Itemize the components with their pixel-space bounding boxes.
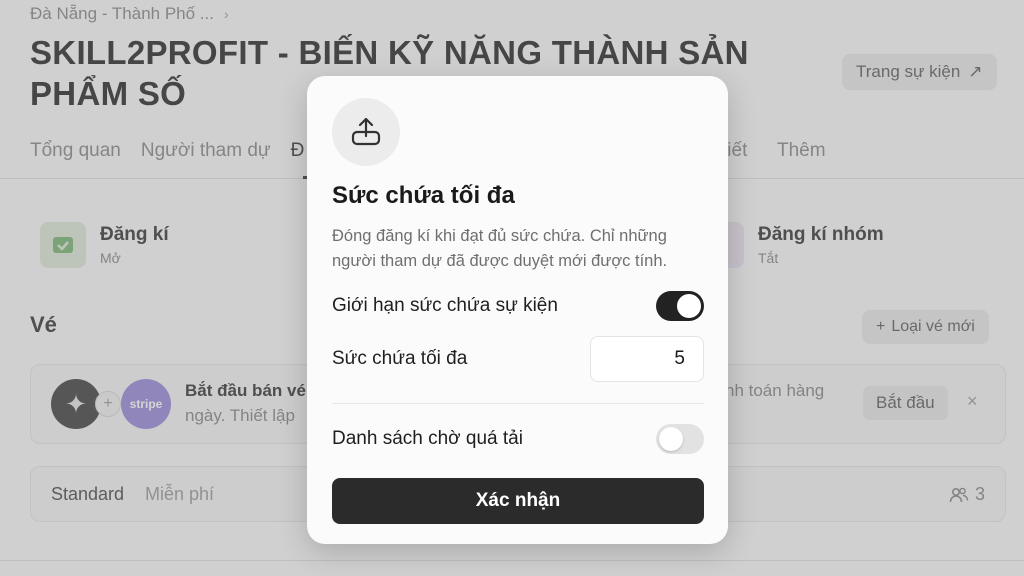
waitlist-toggle[interactable] [656,424,704,454]
limit-capacity-toggle[interactable] [656,291,704,321]
confirm-button[interactable]: Xác nhận [332,478,704,524]
toggle-knob [659,427,683,451]
max-capacity-input[interactable] [590,336,704,382]
modal-title: Sức chứa tối đa [332,182,515,209]
modal-divider [332,403,704,404]
waitlist-label: Danh sách chờ quá tải [332,428,523,449]
capacity-modal: Sức chứa tối đa Đóng đăng kí khi đạt đủ … [307,76,728,544]
upload-icon [332,98,400,166]
limit-capacity-label: Giới hạn sức chứa sự kiện [332,295,558,316]
max-capacity-label: Sức chứa tối đa [332,348,468,369]
toggle-knob [677,294,701,318]
modal-description: Đóng đăng kí khi đạt đủ sức chứa. Chỉ nh… [332,227,668,270]
